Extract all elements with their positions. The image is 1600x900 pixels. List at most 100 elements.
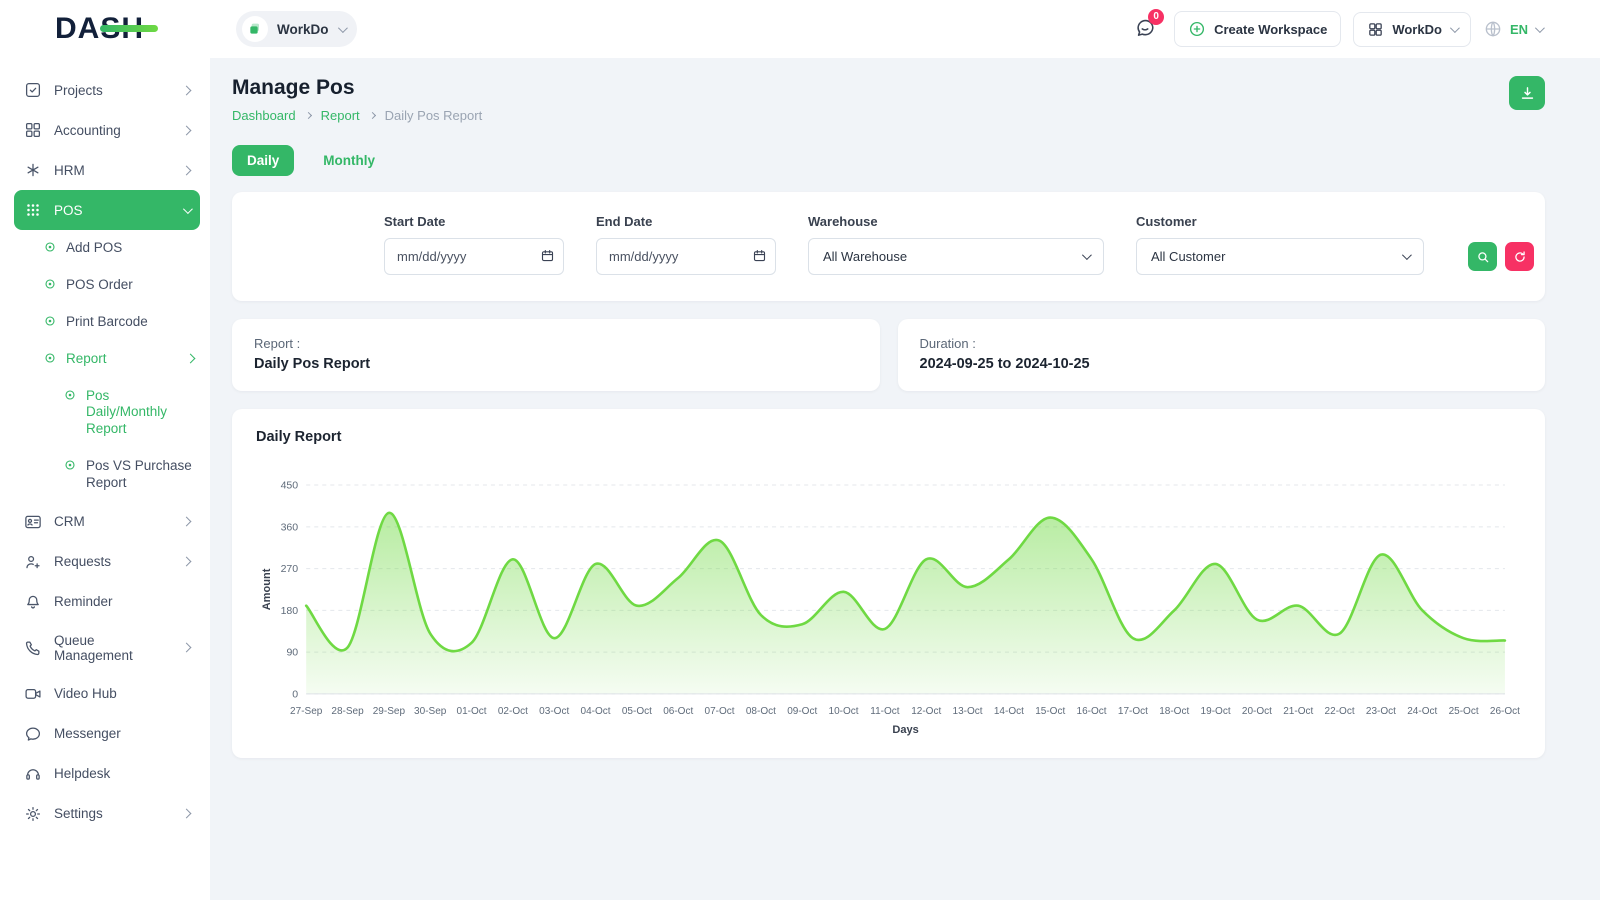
crm-icon bbox=[24, 513, 42, 531]
chevron-right-icon bbox=[182, 809, 192, 819]
svg-text:28-Sep: 28-Sep bbox=[331, 706, 364, 717]
user-plus-icon bbox=[24, 553, 42, 571]
grid-icon bbox=[1367, 21, 1384, 38]
plus-circle-icon bbox=[1188, 20, 1206, 38]
svg-text:08-Oct: 08-Oct bbox=[746, 706, 776, 717]
breadcrumb-report[interactable]: Report bbox=[321, 108, 360, 123]
duration-summary-card: Duration : 2024-09-25 to 2024-10-25 bbox=[898, 319, 1546, 391]
app-logo[interactable]: DASH bbox=[55, 12, 144, 46]
app-root: DASH WorkDo 0 Create Workspace WorkDo bbox=[0, 0, 1600, 758]
sidebar-item-crm[interactable]: CRM bbox=[14, 502, 200, 542]
filter-card: Start Date End Date Warehouse bbox=[232, 192, 1545, 301]
sidebar-item-settings[interactable]: Settings bbox=[14, 794, 200, 834]
sidebar-item-hrm[interactable]: HRM bbox=[14, 150, 200, 190]
svg-text:06-Oct: 06-Oct bbox=[663, 706, 693, 717]
main-content: Manage Pos Dashboard Report Daily Pos Re… bbox=[210, 0, 1600, 758]
chevron-right-icon bbox=[182, 125, 192, 135]
start-date-input[interactable] bbox=[384, 238, 564, 275]
sidebar-item-report[interactable]: Report bbox=[14, 341, 200, 378]
sidebar-item-label: Video Hub bbox=[54, 686, 117, 701]
reset-filter-button[interactable] bbox=[1505, 242, 1534, 271]
sidebar-item-reminder[interactable]: Reminder bbox=[14, 582, 200, 622]
svg-text:27-Sep: 27-Sep bbox=[290, 706, 323, 717]
customer-selected-value: All Customer bbox=[1151, 249, 1225, 264]
target-icon bbox=[44, 278, 56, 290]
warehouse-label: Warehouse bbox=[808, 214, 1104, 229]
sidebar-item-label: POS bbox=[54, 203, 83, 218]
breadcrumb-dashboard[interactable]: Dashboard bbox=[232, 108, 296, 123]
sidebar-item-add-pos[interactable]: Add POS bbox=[14, 230, 200, 267]
bell-icon bbox=[24, 593, 42, 611]
header-actions: 0 Create Workspace WorkDo EN bbox=[1128, 11, 1600, 48]
language-selector[interactable]: EN bbox=[1483, 19, 1542, 39]
chevron-down-icon bbox=[1402, 250, 1412, 260]
svg-text:01-Oct: 01-Oct bbox=[457, 706, 487, 717]
duration-label: Duration : bbox=[920, 336, 1524, 351]
sidebar-item-pos-vs-purchase-report[interactable]: Pos VS Purchase Report bbox=[14, 448, 200, 502]
accounting-icon bbox=[24, 121, 42, 139]
sidebar-item-label: Reminder bbox=[54, 594, 113, 609]
workspace-menu-button[interactable]: WorkDo bbox=[1353, 12, 1471, 47]
tab-monthly[interactable]: Monthly bbox=[308, 145, 390, 176]
sidebar-item-label: Helpdesk bbox=[54, 766, 110, 781]
globe-icon bbox=[1483, 19, 1503, 39]
reset-icon bbox=[1513, 250, 1527, 264]
warehouse-select[interactable]: All Warehouse bbox=[808, 238, 1104, 275]
start-date-label: Start Date bbox=[384, 214, 564, 229]
warehouse-field: Warehouse All Warehouse bbox=[808, 214, 1104, 275]
start-date-field: Start Date bbox=[384, 214, 564, 275]
sidebar-item-projects[interactable]: Projects bbox=[14, 70, 200, 110]
create-workspace-button[interactable]: Create Workspace bbox=[1174, 11, 1341, 47]
target-icon bbox=[64, 389, 76, 401]
sidebar-item-accounting[interactable]: Accounting bbox=[14, 110, 200, 150]
headset-icon bbox=[24, 765, 42, 783]
svg-text:13-Oct: 13-Oct bbox=[953, 706, 983, 717]
chart-title: Daily Report bbox=[256, 429, 1521, 445]
apply-filter-button[interactable] bbox=[1468, 242, 1497, 271]
svg-text:20-Oct: 20-Oct bbox=[1242, 706, 1272, 717]
svg-text:14-Oct: 14-Oct bbox=[994, 706, 1024, 717]
page-title: Manage Pos bbox=[232, 76, 482, 100]
customer-label: Customer bbox=[1136, 214, 1424, 229]
tab-daily[interactable]: Daily bbox=[232, 145, 294, 176]
messages-button[interactable]: 0 bbox=[1128, 11, 1162, 48]
svg-text:360: 360 bbox=[281, 521, 299, 533]
end-date-input[interactable] bbox=[596, 238, 776, 275]
language-label: EN bbox=[1510, 22, 1528, 37]
sidebar-item-pos-order[interactable]: POS Order bbox=[14, 267, 200, 304]
workspace-avatar-icon bbox=[242, 16, 268, 42]
sidebar-item-label: Print Barcode bbox=[66, 314, 148, 331]
sidebar-item-label: Accounting bbox=[54, 123, 121, 138]
sidebar-item-queue-management[interactable]: Queue Management bbox=[14, 622, 200, 674]
sidebar-item-label: HRM bbox=[54, 163, 85, 178]
sidebar-item-helpdesk[interactable]: Helpdesk bbox=[14, 754, 200, 794]
svg-text:11-Oct: 11-Oct bbox=[870, 706, 900, 717]
download-button[interactable] bbox=[1509, 76, 1545, 110]
breadcrumb-current: Daily Pos Report bbox=[385, 108, 483, 123]
chevron-down-icon bbox=[1535, 23, 1545, 33]
sidebar-item-video-hub[interactable]: Video Hub bbox=[14, 674, 200, 714]
sidebar-item-print-barcode[interactable]: Print Barcode bbox=[14, 304, 200, 341]
sidebar-item-pos-daily-monthly-report[interactable]: Pos Daily/Monthly Report bbox=[14, 378, 200, 449]
customer-select[interactable]: All Customer bbox=[1136, 238, 1424, 275]
chevron-down-icon bbox=[1450, 23, 1460, 33]
workspace-switcher[interactable]: WorkDo bbox=[236, 11, 357, 47]
svg-text:12-Oct: 12-Oct bbox=[911, 706, 941, 717]
customer-field: Customer All Customer bbox=[1136, 214, 1424, 275]
svg-text:22-Oct: 22-Oct bbox=[1325, 706, 1355, 717]
sidebar-item-requests[interactable]: Requests bbox=[14, 542, 200, 582]
sidebar-item-label: Queue Management bbox=[54, 633, 171, 663]
end-date-field: End Date bbox=[596, 214, 776, 275]
sidebar-item-label: Messenger bbox=[54, 726, 121, 741]
svg-text:29-Sep: 29-Sep bbox=[373, 706, 406, 717]
sidebar-item-label: Requests bbox=[54, 554, 111, 569]
end-date-label: End Date bbox=[596, 214, 776, 229]
chevron-right-icon bbox=[182, 557, 192, 567]
sidebar-item-label: Pos VS Purchase Report bbox=[86, 458, 194, 492]
pos-icon bbox=[24, 201, 42, 219]
svg-text:0: 0 bbox=[292, 688, 298, 700]
sidebar-item-messenger[interactable]: Messenger bbox=[14, 714, 200, 754]
sidebar-item-pos[interactable]: POS bbox=[14, 190, 200, 230]
svg-text:19-Oct: 19-Oct bbox=[1201, 706, 1231, 717]
breadcrumb-separator-icon bbox=[369, 112, 376, 119]
